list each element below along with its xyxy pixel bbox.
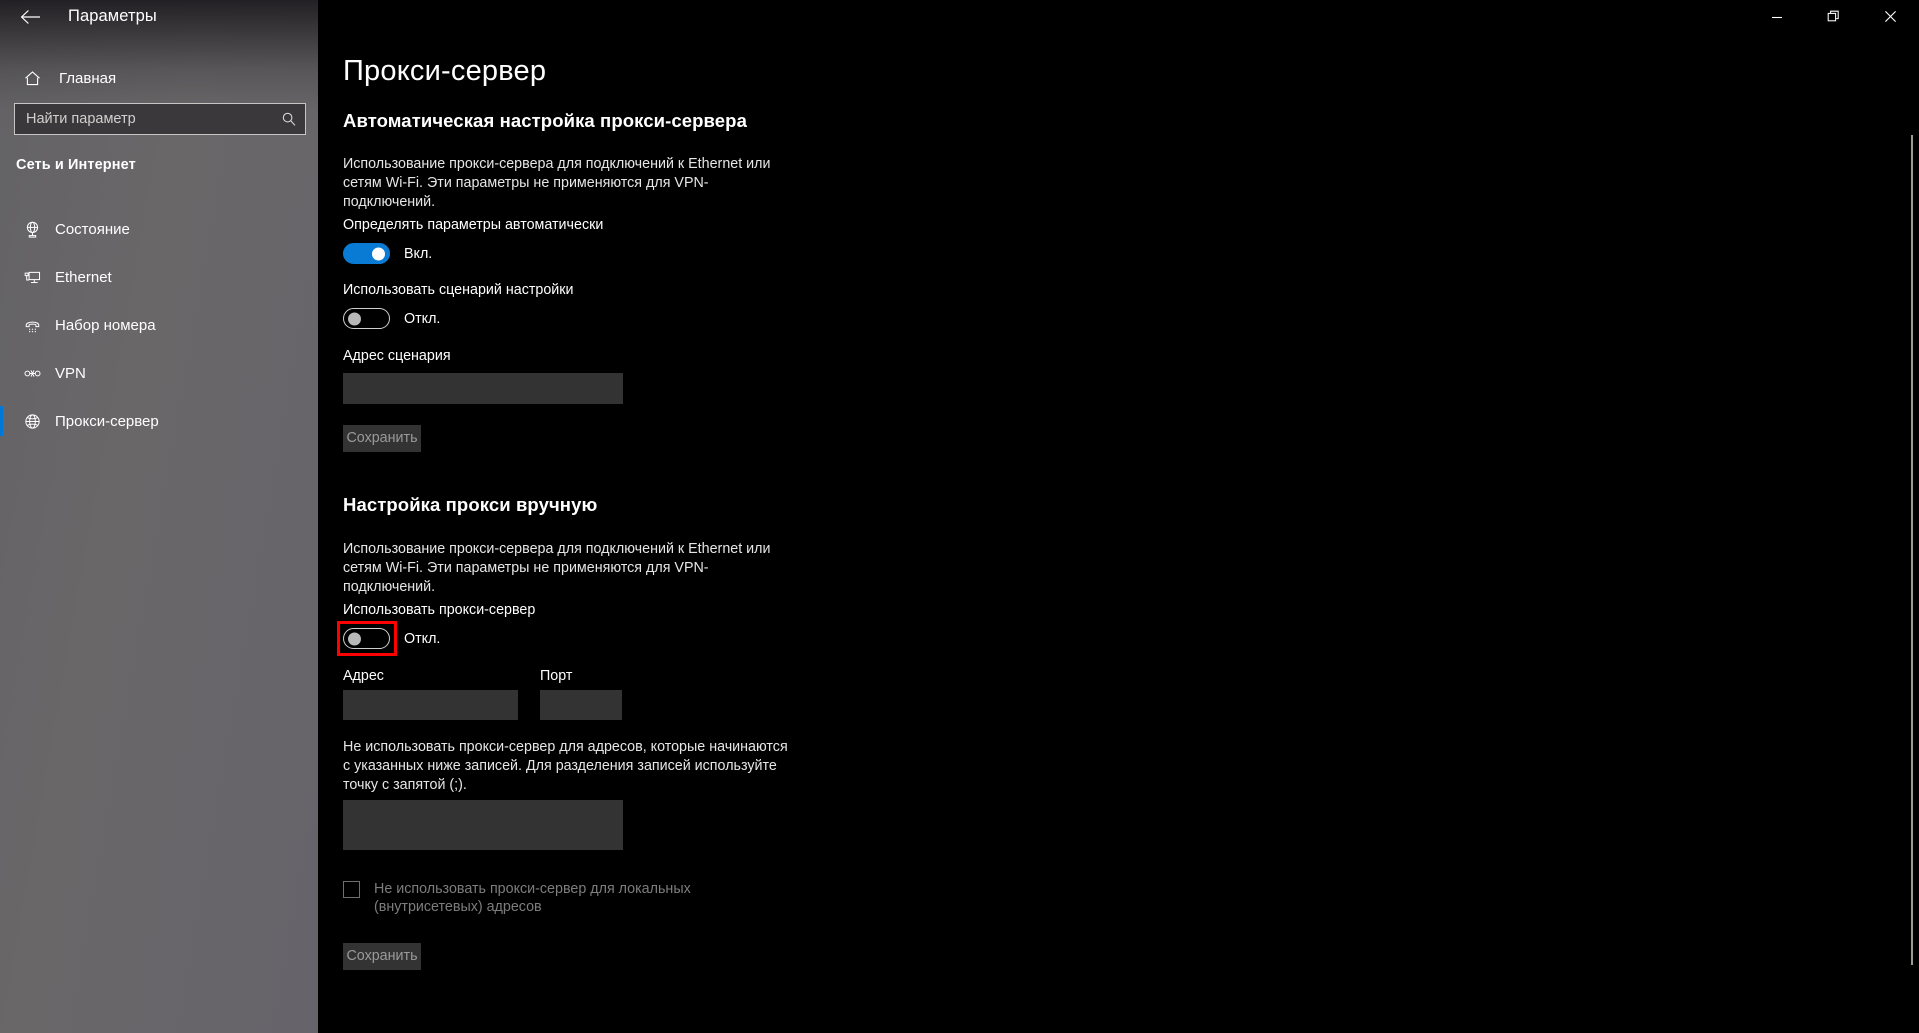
content-scrollbar[interactable] (1905, 40, 1919, 1033)
main-content: Прокси-сервер Автоматическая настройка п… (318, 0, 1919, 1033)
proxy-port-input[interactable] (540, 690, 622, 720)
use-script-state: Откл. (404, 310, 441, 327)
port-label: Порт (540, 668, 573, 684)
close-button[interactable] (1862, 0, 1919, 33)
save-script-button[interactable]: Сохранить (343, 425, 421, 452)
auto-setup-description: Использование прокси-сервера для подключ… (343, 156, 771, 210)
network-status-icon (9, 220, 55, 239)
globe-icon (9, 412, 55, 431)
save-manual-button[interactable]: Сохранить (343, 943, 421, 970)
bypass-local-checkbox[interactable] (343, 881, 360, 898)
script-address-label: Адрес сценария (343, 348, 451, 364)
auto-detect-label: Определять параметры автоматически (343, 217, 604, 233)
dial-up-phone-icon (9, 316, 55, 335)
exceptions-input[interactable] (343, 800, 623, 850)
back-arrow-icon (20, 9, 42, 25)
toggle-knob (348, 632, 361, 645)
sidebar-category-label: Сеть и Интернет (16, 157, 136, 173)
search-input[interactable] (15, 111, 273, 127)
manual-setup-description: Использование прокси-сервера для подключ… (343, 541, 771, 595)
auto-setup-heading: Автоматическая настройка прокси-сервера (343, 110, 747, 131)
auto-detect-state: Вкл. (404, 245, 433, 262)
toggle-knob (372, 247, 385, 260)
home-icon (8, 69, 56, 88)
use-proxy-toggle-row[interactable]: Откл. (343, 628, 440, 649)
sidebar-home-label: Главная (59, 69, 117, 87)
sidebar-item-label: Ethernet (55, 268, 112, 286)
sidebar-nav: Состояние Ethernet Набор номера VPN Прок… (0, 205, 318, 445)
bypass-local-label: Не использовать прокси-сервер для локаль… (374, 881, 691, 915)
search-icon[interactable] (273, 104, 305, 134)
toggle-knob (348, 312, 361, 325)
manual-setup-heading: Настройка прокси вручную (343, 494, 598, 515)
close-icon (1884, 10, 1897, 23)
back-button[interactable] (8, 0, 54, 34)
address-label: Адрес (343, 668, 384, 684)
sidebar-item-proxy[interactable]: Прокси-сервер (0, 397, 318, 445)
auto-detect-toggle[interactable] (343, 243, 390, 264)
sidebar-item-label: VPN (55, 364, 86, 382)
minimize-button[interactable] (1748, 0, 1805, 33)
selection-accent-bar (0, 406, 3, 436)
auto-detect-toggle-row[interactable]: Вкл. (343, 243, 432, 264)
sidebar-item-ethernet[interactable]: Ethernet (0, 253, 318, 301)
bypass-local-checkbox-row[interactable]: Не использовать прокси-сервер для локаль… (343, 880, 774, 916)
proxy-address-input[interactable] (343, 690, 518, 720)
use-script-label: Использовать сценарий настройки (343, 282, 574, 298)
use-script-toggle[interactable] (343, 308, 390, 329)
script-address-input[interactable] (343, 373, 623, 404)
use-proxy-state: Откл. (404, 630, 441, 647)
sidebar-item-vpn[interactable]: VPN (0, 349, 318, 397)
window-controls (1748, 0, 1919, 33)
sidebar-item-label: Прокси-сервер (55, 412, 159, 430)
use-script-toggle-row[interactable]: Откл. (343, 308, 440, 329)
settings-window: Главная Сеть и Интернет (0, 0, 1919, 1033)
restore-icon (1827, 10, 1840, 23)
exceptions-description: Не использовать прокси-сервер для адресо… (343, 739, 788, 793)
restore-button[interactable] (1805, 0, 1862, 33)
sidebar-item-home[interactable]: Главная (0, 58, 318, 98)
use-proxy-label: Использовать прокси-сервер (343, 602, 536, 618)
minimize-icon (1771, 11, 1783, 23)
sidebar-item-label: Состояние (55, 220, 130, 238)
sidebar-item-dialup[interactable]: Набор номера (0, 301, 318, 349)
sidebar-item-label: Набор номера (55, 316, 156, 334)
scrollbar-thumb[interactable] (1911, 135, 1913, 965)
vpn-icon (9, 364, 55, 383)
sidebar: Главная Сеть и Интернет (0, 0, 318, 1033)
ethernet-icon (9, 268, 55, 287)
search-box[interactable] (14, 103, 306, 135)
sidebar-item-status[interactable]: Состояние (0, 205, 318, 253)
use-proxy-toggle[interactable] (343, 628, 390, 649)
page-title: Прокси-сервер (343, 55, 547, 87)
